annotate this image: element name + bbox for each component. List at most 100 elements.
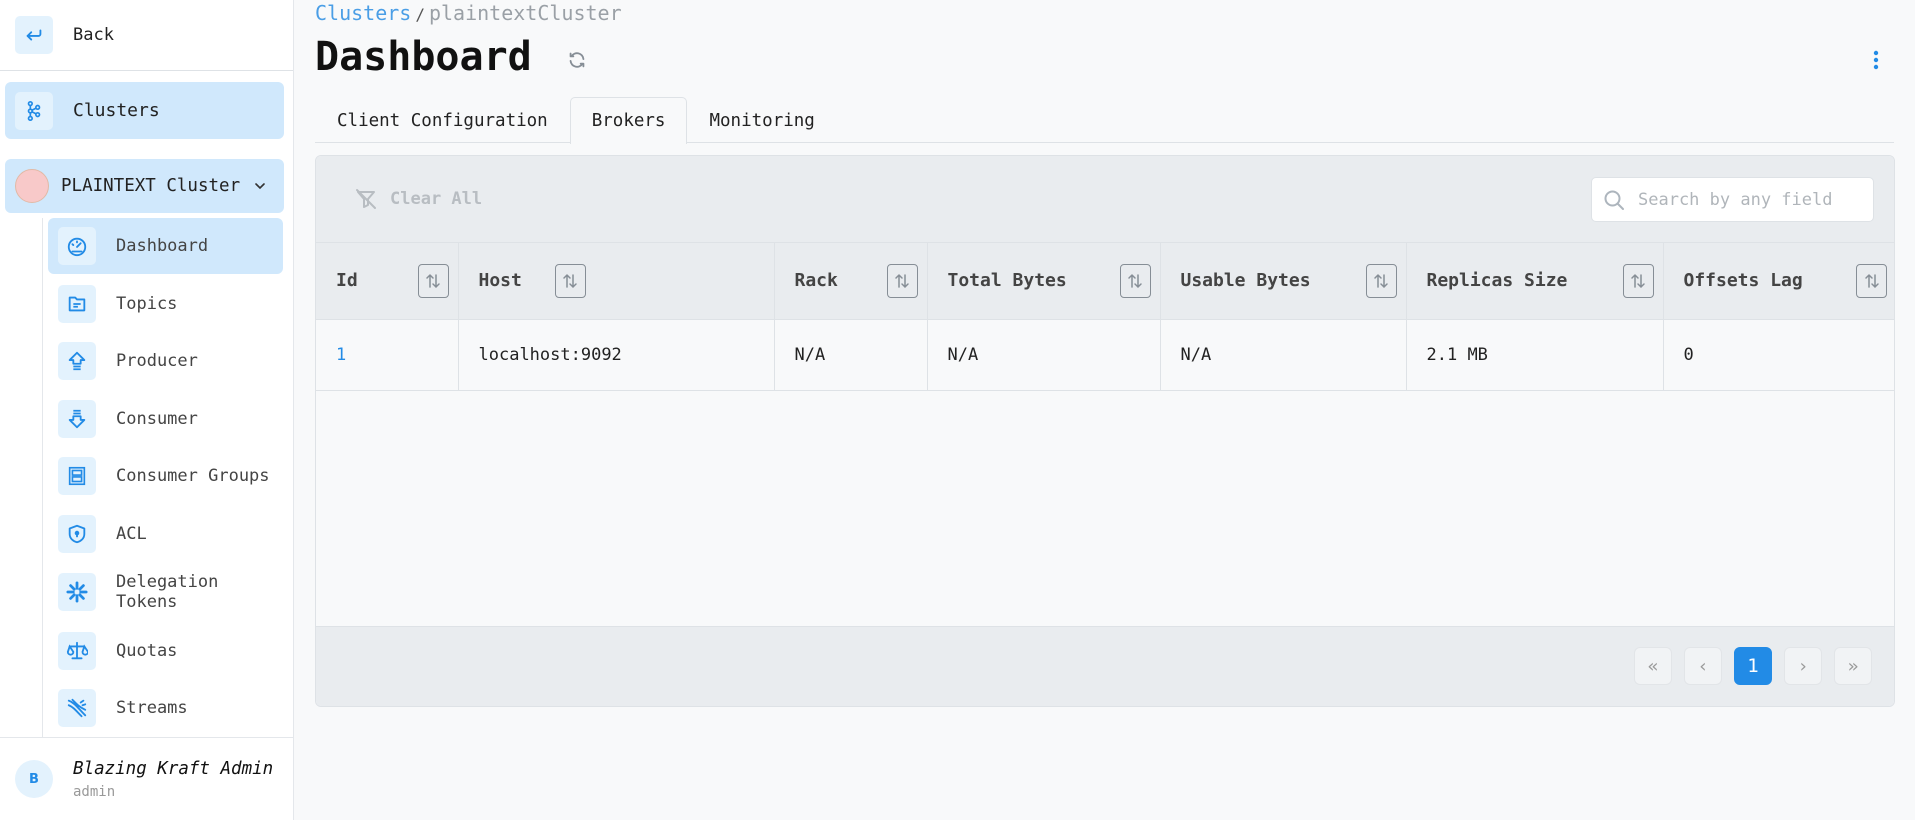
column-header-replicas-size: Replicas Size <box>1406 243 1664 320</box>
column-header-usable-bytes: Usable Bytes <box>1160 243 1407 320</box>
cell-total-bytes: N/A <box>927 319 1161 391</box>
search-input[interactable] <box>1638 189 1858 210</box>
table-row[interactable]: 1 localhost:9092 N/A N/A N/A 2.1 MB 0 <box>316 319 1894 391</box>
sidebar-item-streams[interactable]: Streams <box>48 680 283 736</box>
sort-icon <box>1374 273 1388 288</box>
back-button[interactable]: Back <box>0 0 293 71</box>
nav-label: Streams <box>116 698 188 718</box>
chevron-down-icon <box>255 183 265 190</box>
sidebar-item-consumer-groups[interactable]: Consumer Groups <box>48 448 283 504</box>
more-options-icon[interactable] <box>1866 46 1886 74</box>
search-box[interactable] <box>1591 177 1874 222</box>
brokers-table: Id Host Rack Total Bytes Usable Bytes Re… <box>316 243 1894 391</box>
sort-button[interactable] <box>417 263 449 298</box>
sort-button[interactable] <box>554 263 586 298</box>
sort-icon <box>1631 273 1645 288</box>
column-header-host: Host <box>458 243 775 320</box>
cell-rack: N/A <box>774 319 928 391</box>
user-avatar: B <box>15 760 53 798</box>
column-title: Host <box>478 270 522 292</box>
column-title: Total Bytes <box>947 270 1067 292</box>
sort-button[interactable] <box>1119 263 1151 298</box>
filter-off-icon <box>356 189 376 209</box>
column-header-offsets-lag: Offsets Lag <box>1663 243 1894 320</box>
tab-brokers[interactable]: Brokers <box>569 97 688 144</box>
back-arrow-icon <box>15 16 53 54</box>
clear-all-label: Clear All <box>390 189 483 209</box>
tab-bar: Client Configuration Brokers Monitoring <box>315 97 1894 144</box>
sort-icon <box>895 273 909 288</box>
table-header-row: Id Host Rack Total Bytes Usable Bytes Re… <box>316 243 1894 320</box>
sidebar-item-topics[interactable]: Topics <box>48 276 283 332</box>
nav-label: Dashboard <box>116 236 209 256</box>
clusters-label: Clusters <box>73 100 160 121</box>
sort-button[interactable] <box>1365 263 1397 298</box>
clusters-icon <box>15 91 53 130</box>
tab-monitoring[interactable]: Monitoring <box>687 97 836 143</box>
cluster-nav: Dashboard Topics Producer Consumer Consu… <box>42 218 294 737</box>
user-role: admin <box>73 783 116 800</box>
cluster-avatar <box>15 169 49 203</box>
sort-button[interactable] <box>1856 263 1887 298</box>
clear-all-button[interactable]: Clear All <box>354 187 482 211</box>
cell-replicas-size: 2.1 MB <box>1406 319 1664 391</box>
cell-id[interactable]: 1 <box>316 319 459 391</box>
last-page-button[interactable]: » <box>1834 647 1872 685</box>
sidebar: Back Clusters PLAINTEXT Cluster Dashboar… <box>0 0 294 820</box>
first-page-button[interactable]: « <box>1634 647 1672 685</box>
user-profile[interactable]: B Blazing Kraft Admin admin <box>0 737 294 820</box>
asterisk-icon <box>58 573 96 611</box>
prev-page-button[interactable]: ‹ <box>1684 647 1722 685</box>
column-header-rack: Rack <box>774 243 928 320</box>
sort-button[interactable] <box>886 263 918 298</box>
nav-label: Consumer Groups <box>116 466 270 486</box>
search-icon <box>1604 190 1624 210</box>
nav-label: Consumer <box>116 409 198 429</box>
nav-label: Quotas <box>116 641 178 661</box>
breadcrumb: Clusters / plaintextCluster <box>315 1 622 25</box>
sort-icon <box>1128 273 1142 288</box>
sort-button[interactable] <box>1622 263 1654 298</box>
sort-icon <box>563 273 578 288</box>
scale-icon <box>58 632 96 670</box>
breadcrumb-clusters-link[interactable]: Clusters <box>315 1 411 25</box>
sort-icon <box>1864 273 1879 288</box>
page-button-current[interactable]: 1 <box>1734 647 1772 685</box>
pagination: « ‹ 1 › » <box>316 626 1894 706</box>
nav-label: Producer <box>116 351 198 371</box>
user-name: Blazing Kraft Admin <box>73 758 274 779</box>
column-title: Id <box>336 270 358 292</box>
sidebar-item-quotas[interactable]: Quotas <box>48 623 283 679</box>
sidebar-item-clusters[interactable]: Clusters <box>5 82 284 139</box>
streams-icon <box>58 689 96 727</box>
dashboard-gauge-icon <box>58 227 96 265</box>
sort-icon <box>426 273 440 288</box>
column-title: Rack <box>794 270 838 292</box>
cell-usable-bytes: N/A <box>1160 319 1407 391</box>
column-title: Replicas Size <box>1426 270 1568 292</box>
sidebar-item-acl[interactable]: ACL <box>48 506 283 562</box>
arrow-up-icon <box>58 342 96 380</box>
next-page-button[interactable]: › <box>1784 647 1822 685</box>
column-title: Offsets Lag <box>1683 270 1803 292</box>
shield-lock-icon <box>58 515 96 553</box>
brokers-table-panel: Clear All Id Host Rack Total Bytes Usabl… <box>315 155 1895 707</box>
back-label: Back <box>73 25 114 45</box>
group-frame-icon <box>58 457 96 495</box>
column-header-total-bytes: Total Bytes <box>927 243 1161 320</box>
column-title: Usable Bytes <box>1180 270 1311 292</box>
cluster-name: PLAINTEXT Cluster <box>61 176 241 196</box>
nav-label: Delegation Tokens <box>116 572 219 612</box>
arrow-down-icon <box>58 400 96 438</box>
cluster-selector[interactable]: PLAINTEXT Cluster <box>5 159 284 213</box>
cell-offsets-lag: 0 <box>1663 319 1894 391</box>
sidebar-item-delegation-tokens[interactable]: Delegation Tokens <box>48 564 283 620</box>
nav-label: ACL <box>116 524 147 544</box>
tab-client-configuration[interactable]: Client Configuration <box>315 97 570 143</box>
sidebar-item-dashboard[interactable]: Dashboard <box>48 218 283 274</box>
table-empty-area <box>316 390 1894 627</box>
nav-label: Topics <box>116 294 178 314</box>
refresh-icon[interactable] <box>566 49 588 71</box>
sidebar-item-consumer[interactable]: Consumer <box>48 391 283 447</box>
sidebar-item-producer[interactable]: Producer <box>48 333 283 389</box>
